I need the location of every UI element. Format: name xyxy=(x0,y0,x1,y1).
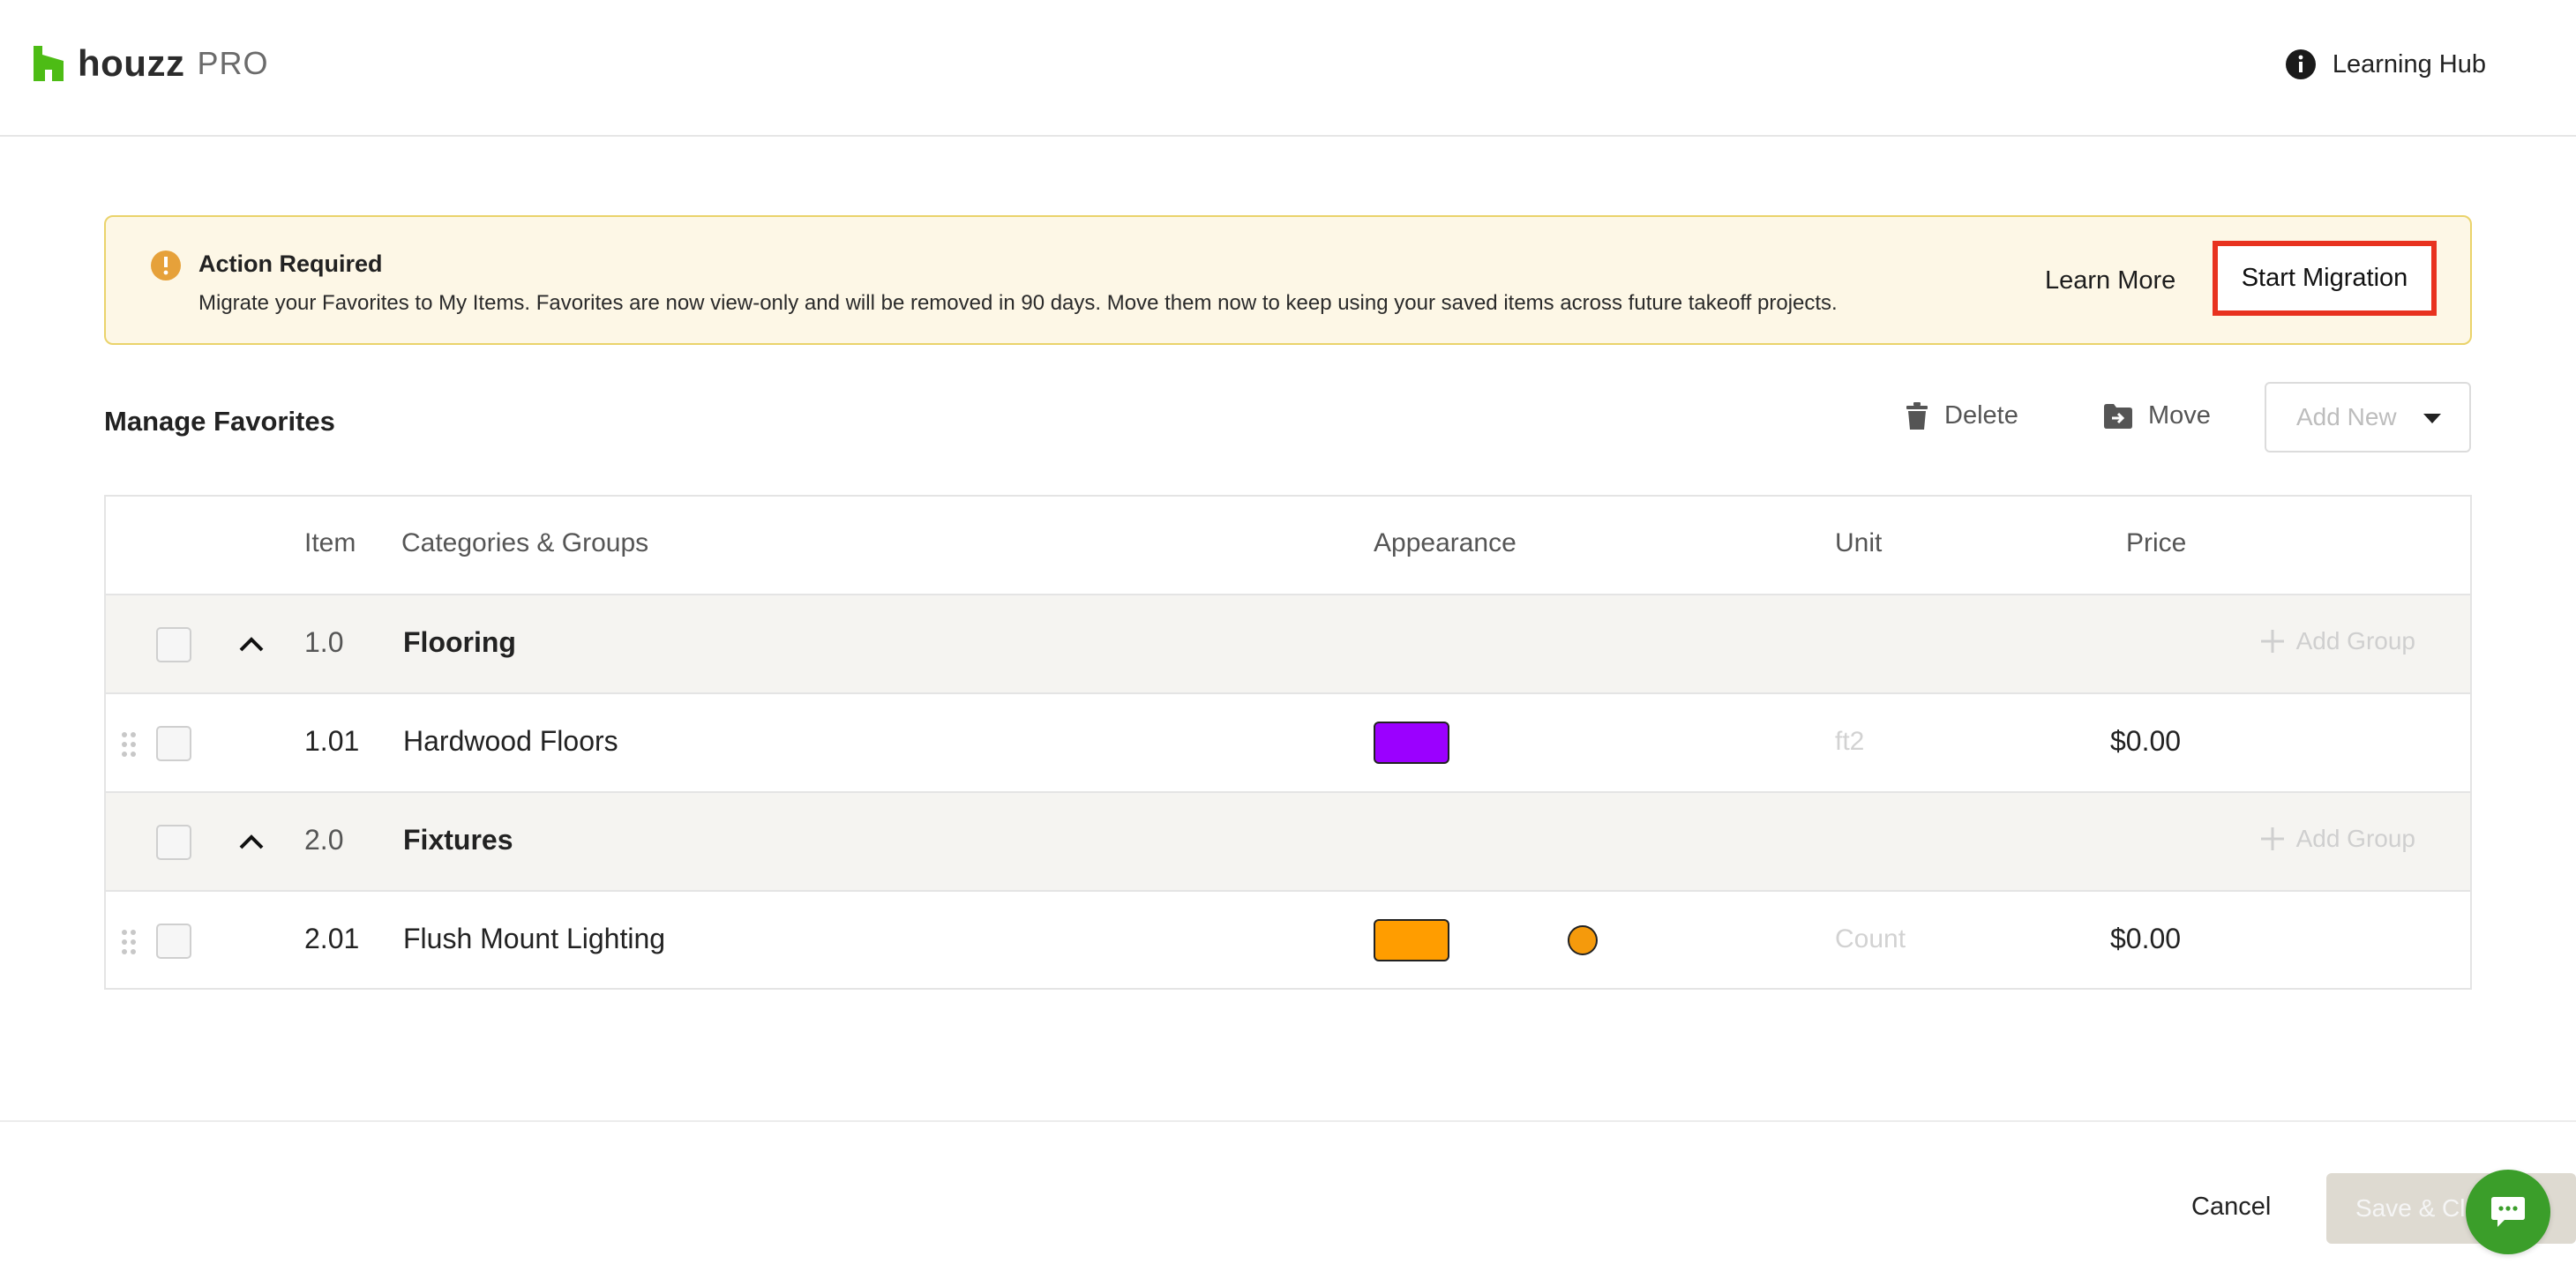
add-group-button[interactable]: Add Group xyxy=(2259,825,2415,853)
group-name: Flooring xyxy=(403,626,516,658)
delete-label: Delete xyxy=(1944,401,2018,430)
item-name: Hardwood Floors xyxy=(403,725,618,757)
brand-name: houzz xyxy=(78,42,185,84)
item-name: Flush Mount Lighting xyxy=(403,923,666,954)
appearance-marker-dot[interactable] xyxy=(1568,925,1598,955)
item-unit[interactable]: ft2 xyxy=(1835,727,1864,757)
column-header-unit: Unit xyxy=(1835,528,1883,557)
warning-icon xyxy=(151,251,181,280)
brand-suffix: PRO xyxy=(197,45,269,81)
chevron-up-icon[interactable] xyxy=(236,631,266,657)
group-number: 1.0 xyxy=(304,626,344,658)
houzz-logo-icon xyxy=(34,46,64,81)
chat-button[interactable] xyxy=(2466,1170,2550,1254)
column-header-item: Item xyxy=(304,528,356,557)
delete-button[interactable]: Delete xyxy=(1906,401,2018,430)
appearance-color-swatch[interactable] xyxy=(1374,722,1449,764)
item-number: 1.01 xyxy=(304,725,360,757)
top-header: houzz PRO Learning Hub xyxy=(0,0,2576,137)
item-price[interactable]: $0.00 xyxy=(2110,923,2181,955)
chat-icon xyxy=(2491,1197,2525,1227)
favorites-table: Item Categories & Groups Appearance Unit… xyxy=(104,495,2472,990)
group-row-fixtures[interactable]: 2.0 Fixtures Add Group xyxy=(106,793,2470,892)
houzz-pro-logo[interactable]: houzz PRO xyxy=(32,42,268,85)
column-header-categories: Categories & Groups xyxy=(401,528,649,557)
plus-icon xyxy=(2260,630,2284,653)
learning-hub-link[interactable]: Learning Hub xyxy=(2285,49,2486,80)
cancel-button[interactable]: Cancel xyxy=(2191,1193,2271,1222)
row-checkbox[interactable] xyxy=(156,627,191,662)
group-name: Fixtures xyxy=(403,824,513,856)
item-price[interactable]: $0.00 xyxy=(2110,725,2181,758)
move-folder-icon xyxy=(2104,403,2132,429)
trash-icon xyxy=(1906,401,1928,430)
banner-message: Migrate your Favorites to My Items. Favo… xyxy=(198,291,1838,315)
plus-icon xyxy=(2260,827,2284,850)
appearance-color-swatch[interactable] xyxy=(1374,919,1449,961)
item-number: 2.01 xyxy=(304,923,360,954)
info-icon xyxy=(2285,49,2316,79)
item-row-flush-mount-lighting[interactable]: 2.01 Flush Mount Lighting Count $0.00 xyxy=(106,892,2470,991)
learn-more-link[interactable]: Learn More xyxy=(2045,266,2175,295)
drag-handle-icon[interactable] xyxy=(120,929,138,955)
row-checkbox[interactable] xyxy=(156,825,191,860)
item-unit[interactable]: Count xyxy=(1835,924,1906,954)
drag-handle-icon[interactable] xyxy=(120,731,138,758)
footer-bar: Cancel Save & Cl xyxy=(0,1120,2576,1279)
move-label: Move xyxy=(2148,401,2211,430)
start-migration-button[interactable]: Start Migration xyxy=(2213,241,2437,316)
row-checkbox[interactable] xyxy=(156,924,191,959)
chevron-up-icon[interactable] xyxy=(236,828,266,855)
page-title: Manage Favorites xyxy=(104,406,335,437)
row-checkbox[interactable] xyxy=(156,726,191,761)
add-group-button[interactable]: Add Group xyxy=(2259,627,2415,655)
column-header-appearance: Appearance xyxy=(1374,528,1516,557)
item-row-hardwood-floors[interactable]: 1.01 Hardwood Floors ft2 $0.00 xyxy=(106,694,2470,793)
action-required-banner: Action Required Migrate your Favorites t… xyxy=(104,215,2472,345)
move-button[interactable]: Move xyxy=(2104,401,2211,430)
caret-down-icon xyxy=(2423,414,2441,423)
add-group-label: Add Group xyxy=(2295,627,2415,654)
add-new-dropdown[interactable]: Add New xyxy=(2265,382,2471,453)
group-number: 2.0 xyxy=(304,824,344,856)
add-new-label: Add New xyxy=(2296,403,2397,430)
column-header-price: Price xyxy=(2126,528,2187,557)
table-header: Item Categories & Groups Appearance Unit… xyxy=(106,497,2470,595)
group-row-flooring[interactable]: 1.0 Flooring Add Group xyxy=(106,595,2470,694)
add-group-label: Add Group xyxy=(2295,825,2415,852)
banner-title: Action Required xyxy=(198,251,383,277)
learning-hub-label: Learning Hub xyxy=(2332,49,2486,79)
